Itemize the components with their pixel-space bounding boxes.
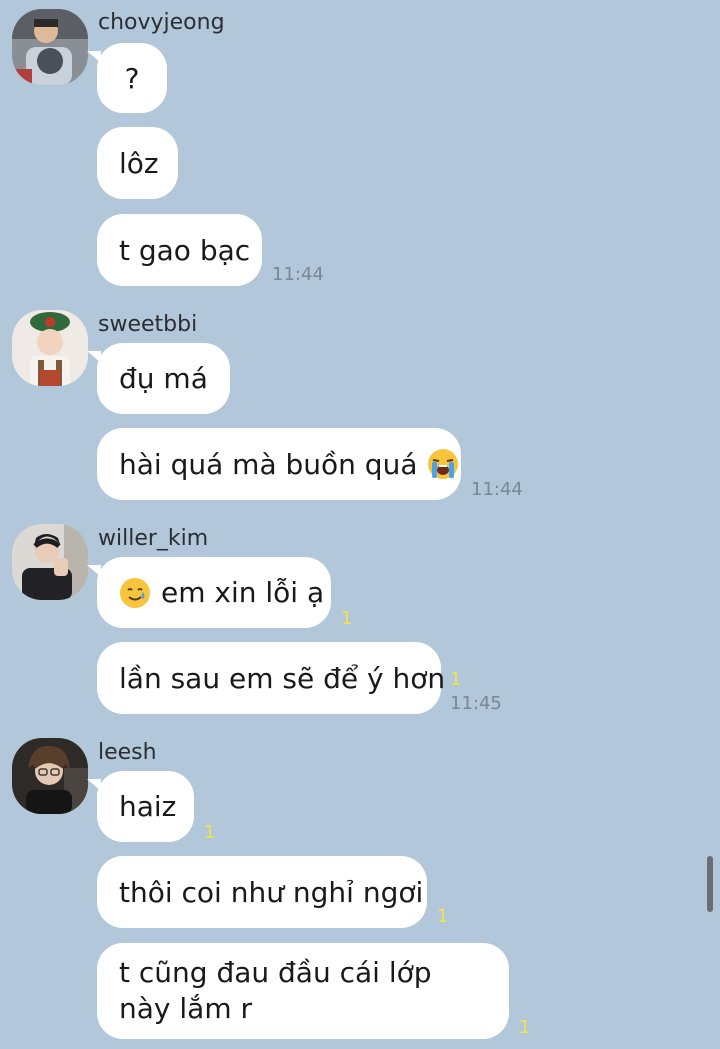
message-bubble[interactable]: thôi coi như nghỉ ngơi xyxy=(97,856,427,928)
unread-count: 1 xyxy=(204,822,216,843)
message-bubble[interactable]: haiz xyxy=(87,771,194,842)
message-timestamp: 11:44 xyxy=(272,264,324,285)
message-text: lôz xyxy=(119,146,159,180)
sender-name: willer_kim xyxy=(98,526,209,551)
message-text: thôi coi như nghỉ ngơi xyxy=(119,875,424,909)
message-bubble[interactable]: lôz xyxy=(97,127,178,199)
message-bubble[interactable]: hài quá mà buồn quá xyxy=(97,428,461,500)
scrollbar-thumb[interactable] xyxy=(707,856,713,912)
message-text: em xin lỗi ạ xyxy=(161,576,325,609)
message-text: đụ má xyxy=(119,362,208,395)
sender-name: sweetbbi xyxy=(98,312,198,337)
unread-count: 1 xyxy=(437,906,449,927)
message-text: hài quá mà buồn quá xyxy=(119,447,418,481)
avatar-willer-kim[interactable] xyxy=(12,524,88,600)
message-text: ? xyxy=(124,61,140,95)
smiling-face-with-tear-emoji xyxy=(119,577,151,609)
message-text: lần sau em sẽ để ý hơn xyxy=(119,661,446,695)
message-bubble[interactable]: t cũng đau đầu cái lớp này lắm r xyxy=(97,943,509,1039)
message-text: haiz xyxy=(119,790,177,823)
message-bubble[interactable]: em xin lỗi ạ xyxy=(87,557,331,628)
message-bubble[interactable]: t gao bạc xyxy=(97,214,262,286)
message-bubble[interactable]: ? xyxy=(87,43,167,113)
message-text: t gao bạc xyxy=(119,233,251,267)
message-text: t cũng đau đầu cái lớp này lắm r xyxy=(119,956,432,1025)
unread-count: 1 xyxy=(450,669,462,690)
loudly-crying-face-emoji xyxy=(427,448,459,480)
chat-message-list[interactable]: chovyjeong ? lôz t gao bạc 11:44 sweetbb… xyxy=(0,0,720,1049)
sender-name: leesh xyxy=(98,740,157,765)
avatar-chovyjeong[interactable] xyxy=(12,9,88,85)
sender-name: chovyjeong xyxy=(98,10,225,35)
message-timestamp: 11:44 xyxy=(471,479,523,500)
message-bubble[interactable]: đụ má xyxy=(87,343,230,414)
unread-count: 1 xyxy=(519,1017,531,1038)
message-bubble[interactable]: lần sau em sẽ để ý hơn xyxy=(97,642,445,714)
avatar-sweetbbi[interactable] xyxy=(12,310,88,386)
message-timestamp: 11:45 xyxy=(450,693,502,714)
unread-count: 1 xyxy=(341,608,353,629)
avatar-leesh[interactable] xyxy=(12,738,88,814)
